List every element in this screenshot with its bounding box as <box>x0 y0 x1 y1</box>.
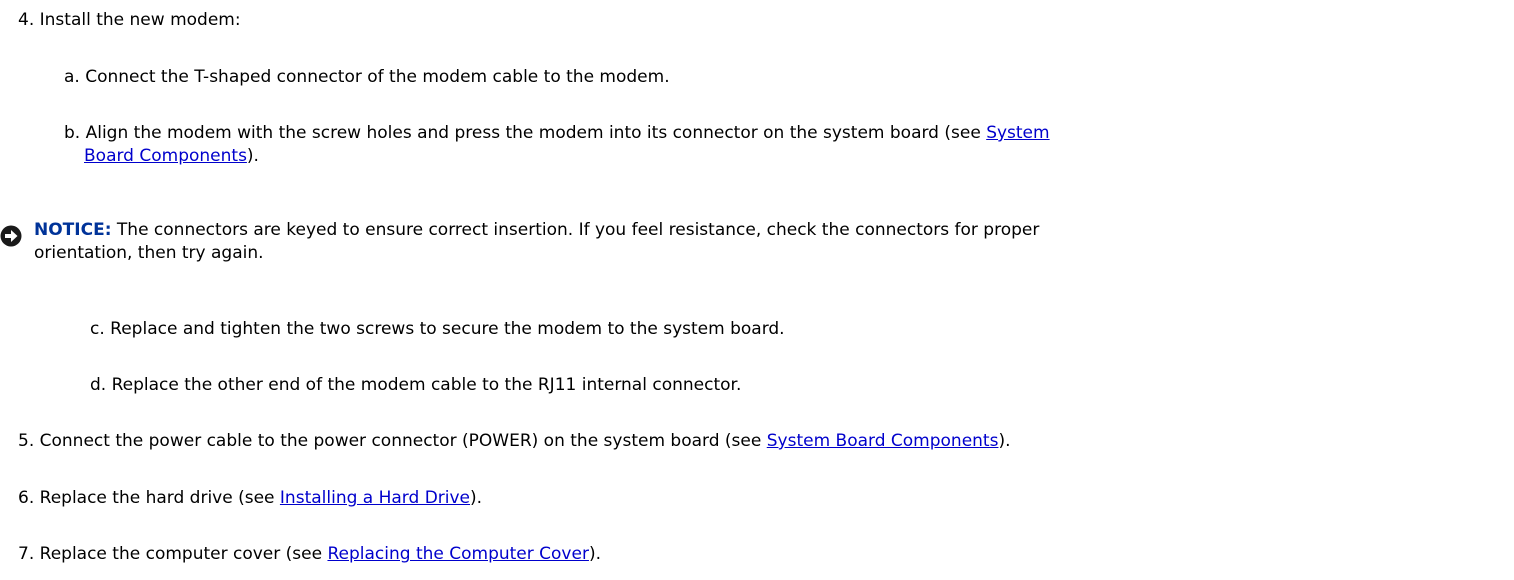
step-text-end: ). <box>246 146 259 166</box>
notice-line-2: orientation, then try again. <box>34 242 264 265</box>
step-5: 5. Connect the power cable to the power … <box>18 430 1011 453</box>
step-text: Align the modem with the screw holes and… <box>85 123 987 143</box>
step-number: b. <box>64 123 81 143</box>
notice-label: NOTICE: <box>34 220 112 240</box>
step-text: Replace the hard drive (see <box>39 488 280 508</box>
step-text: Replace and tighten the two screws to se… <box>110 319 785 339</box>
step-number: d. <box>90 375 107 395</box>
step-text-end: ). <box>588 544 601 564</box>
link-replacing-computer-cover[interactable]: Replacing the Computer Cover <box>327 544 588 564</box>
step-4: 4. Install the new modem: <box>18 9 241 32</box>
step-4b: b. Align the modem with the screw holes … <box>64 122 1050 145</box>
step-6: 6. Replace the hard drive (see Installin… <box>18 487 482 510</box>
notice-line-1: NOTICE: The connectors are keyed to ensu… <box>34 219 1039 242</box>
step-number: a. <box>64 67 80 87</box>
step-text: Connect the T-shaped connector of the mo… <box>85 67 670 87</box>
step-text-end: ). <box>470 488 483 508</box>
step-7: 7. Replace the computer cover (see Repla… <box>18 543 601 566</box>
step-text: Replace the computer cover (see <box>39 544 328 564</box>
notice-text: The connectors are keyed to ensure corre… <box>111 220 1040 240</box>
step-4d: d. Replace the other end of the modem ca… <box>90 374 741 397</box>
step-4c: c. Replace and tighten the two screws to… <box>90 318 785 341</box>
step-number: 5. <box>18 431 35 451</box>
step-number: c. <box>90 319 105 339</box>
step-text: Install the new modem: <box>39 10 241 30</box>
link-system-board-components-continued[interactable]: Board Components <box>84 146 247 166</box>
step-4b-continued: Board Components). <box>84 145 259 168</box>
step-4a: a. Connect the T-shaped connector of the… <box>64 66 670 89</box>
step-number: 7. <box>18 544 35 564</box>
link-installing-hard-drive[interactable]: Installing a Hard Drive <box>280 488 470 508</box>
step-text: Replace the other end of the modem cable… <box>111 375 742 395</box>
step-text: Connect the power cable to the power con… <box>39 431 767 451</box>
step-text-end: ). <box>998 431 1011 451</box>
link-system-board-components[interactable]: System <box>986 123 1049 143</box>
step-number: 6. <box>18 488 35 508</box>
link-system-board-components[interactable]: System Board Components <box>767 431 999 451</box>
notice-text-continued: orientation, then try again. <box>34 243 264 263</box>
notice-arrow-icon <box>0 225 22 247</box>
step-number: 4. <box>18 10 35 30</box>
